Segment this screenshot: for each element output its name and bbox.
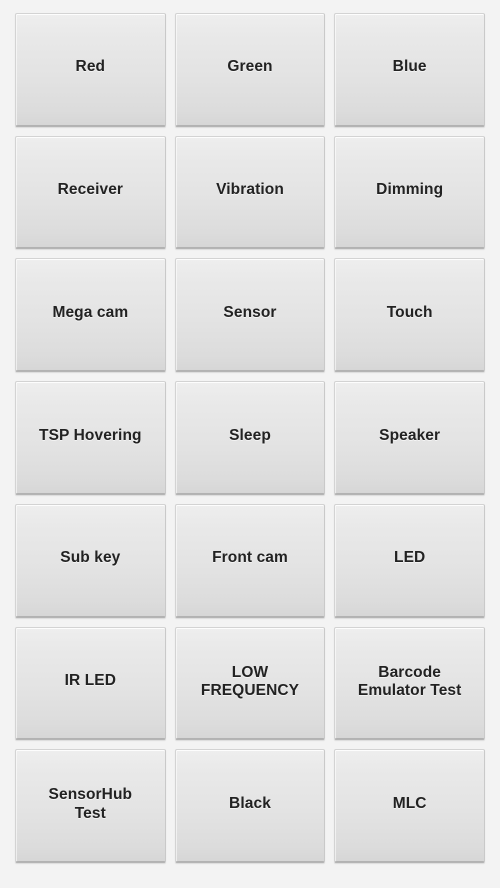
test-button-label: Green	[227, 58, 273, 76]
test-button-label: LED	[394, 549, 426, 567]
test-button-touch[interactable]: Touch	[334, 258, 485, 373]
test-button-sleep[interactable]: Sleep	[174, 381, 326, 495]
test-button-label: Mega cam	[52, 303, 129, 321]
test-button-label: Touch	[386, 303, 433, 321]
test-button-black[interactable]: Black	[174, 749, 326, 863]
test-button-vibration[interactable]: Vibration	[174, 135, 326, 250]
test-button-speaker[interactable]: Speaker	[334, 381, 485, 495]
test-button-label: Black	[229, 794, 271, 812]
test-button-label: Sleep	[229, 426, 271, 444]
test-button-mega-cam[interactable]: Mega cam	[15, 258, 166, 373]
test-button-label: Sensor	[223, 303, 277, 321]
test-button-label: IR LED	[64, 671, 117, 689]
test-button-label: Vibration	[216, 181, 284, 199]
test-button-label: TSP Hovering	[39, 426, 142, 444]
test-button-low-frequency[interactable]: LOW FREQUENCY	[174, 626, 326, 741]
test-button-sensor[interactable]: Sensor	[174, 258, 326, 373]
test-button-tsp-hovering[interactable]: TSP Hovering	[15, 381, 166, 495]
test-button-label: LOW FREQUENCY	[200, 663, 300, 700]
test-button-red[interactable]: Red	[15, 13, 166, 127]
test-button-label: Red	[75, 58, 106, 76]
test-button-label: Dimming	[376, 181, 444, 199]
test-button-label: Front cam	[212, 549, 288, 567]
test-button-barcode-emulator-test[interactable]: Barcode Emulator Test	[334, 626, 485, 741]
device-test-menu-screen: Red Green Blue Receiver Vibration Dimmin…	[0, 0, 500, 888]
test-button-label: Receiver	[57, 181, 124, 199]
test-button-led[interactable]: LED	[334, 503, 485, 618]
test-button-sensorhub-test[interactable]: SensorHub Test	[15, 749, 166, 863]
test-button-label: Barcode Emulator Test	[357, 663, 462, 700]
test-button-grid: Red Green Blue Receiver Vibration Dimmin…	[0, 0, 500, 888]
test-button-label: MLC	[392, 794, 427, 812]
test-button-label: Speaker	[379, 426, 441, 444]
test-button-receiver[interactable]: Receiver	[15, 135, 166, 250]
test-button-label: Sub key	[60, 549, 121, 567]
test-button-label: SensorHub Test	[48, 786, 133, 823]
test-button-green[interactable]: Green	[174, 13, 326, 127]
test-button-blue[interactable]: Blue	[334, 13, 485, 127]
test-button-label: Blue	[392, 58, 427, 76]
test-button-front-cam[interactable]: Front cam	[174, 503, 326, 618]
test-button-ir-led[interactable]: IR LED	[15, 626, 166, 741]
test-button-sub-key[interactable]: Sub key	[15, 503, 166, 618]
test-button-dimming[interactable]: Dimming	[334, 135, 485, 250]
test-button-mlc[interactable]: MLC	[334, 749, 485, 863]
